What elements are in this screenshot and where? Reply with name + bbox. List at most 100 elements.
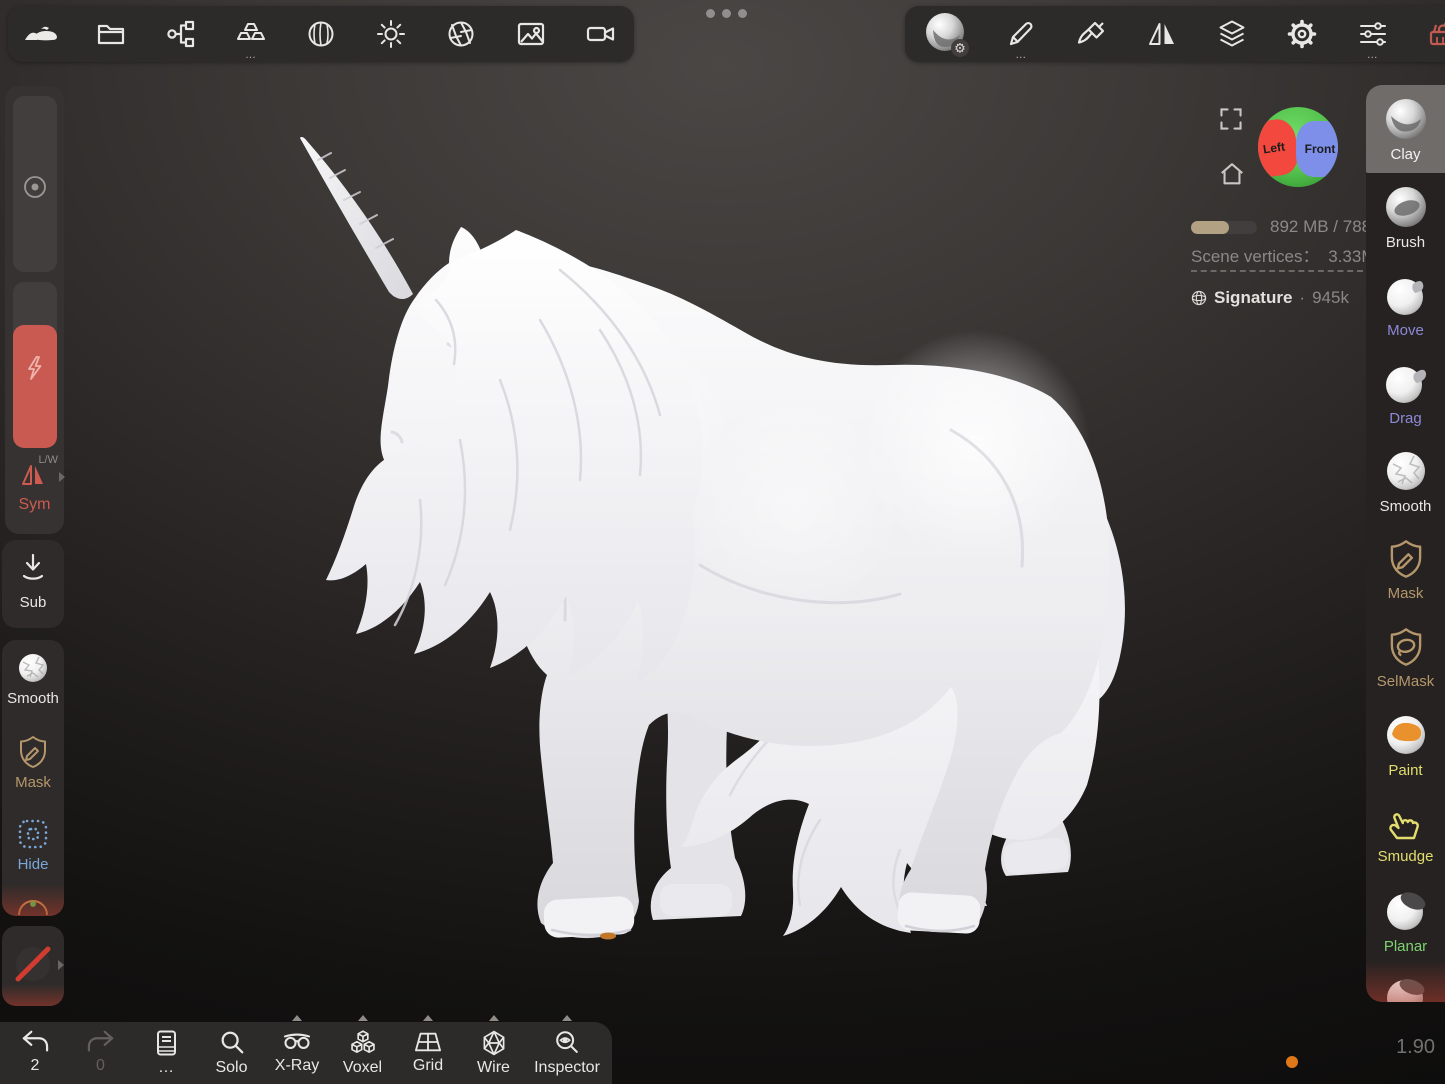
wireframe-icon	[480, 1029, 508, 1057]
scene-vertices-value: 3.33M	[1328, 247, 1366, 266]
solo-magnifier-icon	[218, 1029, 246, 1057]
files-folder-icon[interactable]	[91, 8, 131, 60]
tool-panel: Clay Brush Move Drag	[1366, 85, 1445, 1002]
tool-flatten-partial[interactable]	[1366, 965, 1445, 1002]
quick-hide-button[interactable]: Hide	[2, 816, 64, 894]
matcap-sphere-icon[interactable]: ⚙	[923, 8, 971, 60]
tool-smooth-label: Smooth	[1380, 499, 1432, 514]
fullscreen-button[interactable]	[1218, 106, 1244, 132]
lighting-sun-icon[interactable]	[371, 8, 411, 60]
xray-button[interactable]: X-Ray	[270, 1022, 324, 1084]
history-more: …	[158, 1059, 174, 1077]
gizmo-left-face[interactable]: Left	[1258, 117, 1301, 179]
history-button[interactable]: …	[139, 1022, 193, 1084]
signature-label: Signature	[1214, 288, 1292, 308]
quick-mask-button[interactable]: Mask	[2, 732, 64, 810]
xray-caret-icon	[292, 1015, 302, 1021]
wire-label: Wire	[477, 1059, 510, 1077]
nomad-sculpt-app: …	[0, 0, 1445, 1084]
tool-selmask-label: SelMask	[1377, 674, 1435, 689]
quick-smooth-label: Smooth	[2, 690, 64, 707]
tool-planar[interactable]: Planar	[1366, 877, 1445, 965]
gizmo-icon[interactable]	[16, 900, 50, 916]
tool-drag[interactable]: Drag	[1366, 349, 1445, 437]
tool-selmask[interactable]: SelMask	[1366, 613, 1445, 701]
undo-button[interactable]: 2	[8, 1022, 62, 1084]
tool-brush[interactable]: Brush	[1366, 173, 1445, 261]
tool-mask-label: Mask	[1388, 586, 1424, 601]
grid-plane-icon	[413, 1029, 443, 1055]
undo-icon	[20, 1029, 50, 1055]
solo-label: Solo	[215, 1059, 247, 1077]
tool-paint[interactable]: Paint	[1366, 701, 1445, 789]
gizmo-front-face[interactable]: Front	[1296, 121, 1338, 177]
mask-icon	[1386, 537, 1426, 581]
symmetry-button[interactable]: L/W Sym	[5, 454, 64, 528]
scene-vertices: Scene vertices： 3.33M	[1191, 242, 1366, 267]
grid-button[interactable]: Grid	[401, 1022, 455, 1084]
signature-row[interactable]: Signature · 945k	[1191, 288, 1349, 308]
radius-slider[interactable]	[13, 96, 57, 272]
tool-planar-label: Planar	[1384, 939, 1427, 954]
topology-icon[interactable]: …	[231, 8, 271, 60]
multitask-indicator	[706, 9, 747, 18]
svg-text:⚙: ⚙	[954, 41, 966, 56]
intensity-slider[interactable]	[13, 282, 57, 448]
quick-smooth-button[interactable]: Smooth	[2, 648, 64, 726]
wire-caret-icon	[489, 1015, 499, 1021]
sub-button[interactable]: Sub	[2, 540, 64, 628]
voxel-button[interactable]: Voxel	[336, 1022, 390, 1084]
solo-button[interactable]: Solo	[205, 1022, 259, 1084]
xray-glasses-icon	[282, 1029, 312, 1055]
brush-icon	[1383, 184, 1429, 230]
tool-brush-label: Brush	[1386, 235, 1425, 250]
painting-brush-icon[interactable]	[1072, 8, 1112, 60]
tool-clay[interactable]: Clay	[1366, 85, 1445, 173]
tool-smudge[interactable]: Smudge	[1366, 789, 1445, 877]
falloff-panel	[2, 926, 64, 1006]
symmetry-mirror-icon[interactable]	[1142, 8, 1182, 60]
info-divider	[1191, 270, 1363, 272]
tool-move[interactable]: Move	[1366, 261, 1445, 349]
pressure-dot	[1286, 1056, 1298, 1068]
material-sphere-icon[interactable]	[301, 8, 341, 60]
settings-gear-icon[interactable]	[1282, 8, 1322, 60]
gizmo-front-label: Front	[1305, 142, 1336, 156]
sym-label: Sym	[5, 496, 64, 514]
selmask-icon	[1386, 625, 1426, 669]
home-view-button[interactable]	[1218, 160, 1246, 188]
mesh-globe-icon	[1191, 290, 1207, 306]
toolbox-icon[interactable]	[1423, 8, 1445, 60]
grid-label: Grid	[413, 1057, 443, 1075]
redo-count: 0	[96, 1057, 105, 1075]
layers-stack-icon[interactable]	[1212, 8, 1252, 60]
top-right-toolbar: ⚙ …	[905, 6, 1445, 62]
sub-panel: Sub	[2, 540, 64, 628]
inspector-label: Inspector	[534, 1059, 600, 1077]
tool-smooth[interactable]: Smooth	[1366, 437, 1445, 525]
xray-label: X-Ray	[275, 1057, 319, 1075]
wire-button[interactable]: Wire	[467, 1022, 521, 1084]
orientation-gizmo[interactable]: Left Front	[1258, 107, 1338, 187]
stroke-more: …	[1015, 50, 1027, 60]
origin-marker	[600, 933, 616, 940]
camera-video-icon[interactable]	[581, 8, 621, 60]
scene-graph-icon[interactable]	[161, 8, 201, 60]
tool-move-label: Move	[1387, 323, 1424, 338]
background-image-icon[interactable]	[511, 8, 551, 60]
memory-bar-fill	[1191, 221, 1229, 234]
inspector-button[interactable]: Inspector	[532, 1022, 602, 1084]
bottom-toolbar: 2 0 … Solo	[0, 1022, 612, 1084]
flatten-icon	[1383, 972, 1429, 1002]
falloff-none-button[interactable]	[2, 926, 64, 1006]
nomad-logo[interactable]	[21, 8, 61, 60]
smooth-icon	[1383, 448, 1429, 494]
post-process-aperture-icon[interactable]	[441, 8, 481, 60]
stroke-pencil-icon[interactable]: …	[1001, 8, 1041, 60]
tool-mask[interactable]: Mask	[1366, 525, 1445, 613]
redo-button[interactable]: 0	[74, 1022, 128, 1084]
move-icon	[1383, 272, 1429, 318]
no-falloff-icon	[11, 942, 55, 986]
interface-sliders-icon[interactable]: …	[1353, 8, 1393, 60]
memory-bar	[1191, 221, 1257, 234]
